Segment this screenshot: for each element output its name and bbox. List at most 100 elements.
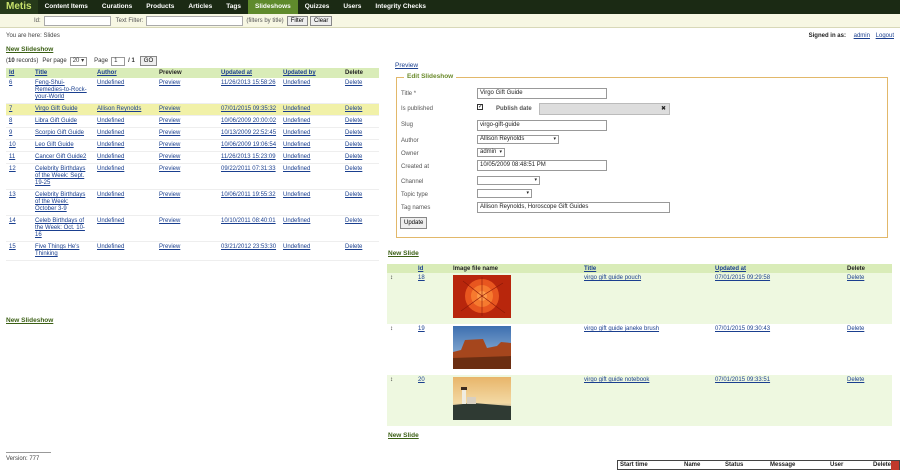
slideshow-delete-link[interactable]: Delete: [345, 192, 362, 198]
slideshow-updated-link[interactable]: 10/13/2009 22:52:45: [221, 130, 276, 136]
slideshow-delete-link[interactable]: Delete: [345, 154, 362, 160]
slideshow-id-link[interactable]: 13: [9, 192, 16, 198]
brand-logo[interactable]: Metis: [0, 0, 38, 14]
slideshow-preview-link[interactable]: Preview: [159, 118, 180, 124]
new-slide-link-bottom[interactable]: New Slide: [388, 432, 419, 439]
slideshow-preview-link[interactable]: Preview: [159, 106, 180, 112]
slideshow-author-link[interactable]: Undefined: [97, 142, 124, 148]
col-updated-by[interactable]: Updated by: [283, 70, 316, 76]
slideshow-id-link[interactable]: 14: [9, 218, 16, 224]
slideshow-id-link[interactable]: 11: [9, 154, 15, 160]
slideshow-author-link[interactable]: Undefined: [97, 154, 124, 160]
col-slide-updated-at[interactable]: Updated at: [715, 266, 746, 272]
slideshow-preview-link[interactable]: Preview: [159, 80, 180, 86]
slideshow-updated-link[interactable]: 03/21/2012 23:53:30: [221, 244, 276, 250]
slideshow-delete-link[interactable]: Delete: [345, 142, 362, 148]
slideshow-preview-link[interactable]: Preview: [159, 166, 180, 172]
slideshow-updated-by-link[interactable]: Undefined: [283, 192, 310, 198]
slideshow-preview-link[interactable]: Preview: [159, 154, 180, 160]
slideshow-updated-link[interactable]: 10/06/2011 19:55:32: [221, 192, 276, 198]
slideshow-delete-link[interactable]: Delete: [345, 106, 362, 112]
slideshow-author-link[interactable]: Undefined: [97, 192, 124, 198]
slideshow-preview-link[interactable]: Preview: [159, 142, 180, 148]
slideshow-title-link[interactable]: Scorpio Gift Guide: [35, 130, 84, 136]
slide-delete-link[interactable]: Delete: [847, 275, 864, 281]
slideshow-updated-by-link[interactable]: Undefined: [283, 154, 310, 160]
slideshow-preview-link[interactable]: Preview: [159, 218, 180, 224]
filter-button[interactable]: Filter: [286, 15, 309, 26]
clear-date-icon[interactable]: ✖: [661, 105, 666, 112]
slideshow-updated-link[interactable]: 09/22/2011 07:31:33: [221, 166, 276, 172]
slideshow-updated-link[interactable]: 10/06/2009 19:06:54: [221, 142, 276, 148]
col-slide-id[interactable]: Id: [418, 266, 423, 272]
slideshow-preview-link[interactable]: Preview: [159, 192, 180, 198]
slideshow-updated-link[interactable]: 10/10/2011 08:40:01: [221, 218, 276, 224]
slide-title-link[interactable]: virgo gift guide pouch: [584, 275, 641, 281]
slideshow-id-link[interactable]: 10: [9, 142, 16, 148]
new-slideshow-link-top[interactable]: New Slideshow: [6, 46, 53, 53]
slideshow-author-link[interactable]: Undefined: [97, 166, 124, 172]
topic-type-select[interactable]: ▾: [477, 189, 532, 198]
slideshow-author-link[interactable]: Undefined: [97, 244, 124, 250]
slide-id-link[interactable]: 18: [418, 275, 425, 281]
text-filter-input[interactable]: [146, 15, 244, 26]
nav-slideshows[interactable]: Slideshows: [247, 0, 298, 14]
slideshow-author-link[interactable]: Undefined: [97, 130, 124, 136]
nav-integrity-checks[interactable]: Integrity Checks: [368, 0, 433, 14]
author-select[interactable]: Allison Reynolds ▾: [477, 135, 559, 144]
created-at-input[interactable]: 10/05/2009 08:48:51 PM: [477, 160, 607, 171]
col-updated-at[interactable]: Updated at: [221, 70, 252, 76]
per-page-select[interactable]: 20 ▾: [69, 56, 88, 66]
col-id[interactable]: Id: [9, 70, 14, 76]
slideshow-delete-link[interactable]: Delete: [345, 166, 362, 172]
slideshow-title-link[interactable]: Leo Gift Guide: [35, 142, 74, 148]
slideshow-updated-by-link[interactable]: Undefined: [283, 166, 310, 172]
slideshow-updated-by-link[interactable]: Undefined: [283, 118, 310, 124]
slideshow-author-link[interactable]: Undefined: [97, 118, 124, 124]
slideshow-updated-by-link[interactable]: Undefined: [283, 106, 310, 112]
jobs-bar-close-icon[interactable]: [891, 461, 899, 470]
owner-select[interactable]: admin ▾: [477, 148, 505, 157]
nav-products[interactable]: Products: [139, 0, 181, 14]
logout-link[interactable]: Logout: [876, 33, 894, 39]
nav-users[interactable]: Users: [336, 0, 368, 14]
nav-quizzes[interactable]: Quizzes: [298, 0, 337, 14]
slideshow-title-link[interactable]: Celebrity Birthdays of the Week: October…: [35, 192, 85, 212]
slideshow-updated-link[interactable]: 11/26/2013 15:23:09: [221, 154, 276, 160]
slideshow-updated-by-link[interactable]: Undefined: [283, 80, 310, 86]
slideshow-updated-link[interactable]: 07/01/2015 09:35:32: [221, 106, 276, 112]
slide-title-link[interactable]: virgo gift guide notebook: [584, 377, 649, 383]
slideshow-delete-link[interactable]: Delete: [345, 244, 362, 250]
slideshow-updated-link[interactable]: 10/06/2009 20:00:02: [221, 118, 276, 124]
page-input[interactable]: 1: [111, 56, 126, 66]
slide-delete-link[interactable]: Delete: [847, 326, 864, 332]
nav-content-items[interactable]: Content Items: [38, 0, 95, 14]
user-link[interactable]: admin: [854, 33, 870, 39]
new-slide-link-top[interactable]: New Slide: [388, 250, 419, 257]
go-button[interactable]: GO: [139, 56, 158, 66]
drag-handle-icon[interactable]: ↕: [387, 324, 415, 375]
update-button[interactable]: Update: [400, 217, 428, 229]
new-slideshow-link-bottom[interactable]: New Slideshow: [6, 317, 53, 324]
col-slide-title[interactable]: Title: [584, 266, 596, 272]
id-filter-input[interactable]: [43, 15, 111, 26]
slideshow-id-link[interactable]: 15: [9, 244, 16, 250]
clear-button[interactable]: Clear: [310, 15, 333, 26]
slideshow-author-link[interactable]: Allison Reynolds: [97, 106, 141, 112]
slug-input[interactable]: virgo-gift-guide: [477, 120, 607, 131]
slideshow-delete-link[interactable]: Delete: [345, 130, 362, 136]
publish-date-field[interactable]: ✖: [539, 103, 670, 115]
slideshow-id-link[interactable]: 8: [9, 118, 12, 124]
slide-updated-link[interactable]: 07/01/2015 09:29:58: [715, 275, 770, 281]
slideshow-preview-link[interactable]: Preview: [159, 244, 180, 250]
slideshow-id-link[interactable]: 7: [9, 106, 12, 112]
slideshow-preview-link[interactable]: Preview: [159, 130, 180, 136]
nav-articles[interactable]: Articles: [181, 0, 219, 14]
slideshow-updated-by-link[interactable]: Undefined: [283, 218, 310, 224]
slideshow-id-link[interactable]: 9: [9, 130, 12, 136]
drag-handle-icon[interactable]: ↕: [387, 375, 415, 426]
slideshow-updated-link[interactable]: 11/26/2013 15:58:26: [221, 80, 276, 86]
slideshow-updated-by-link[interactable]: Undefined: [283, 244, 310, 250]
title-input[interactable]: Virgo Gift Guide: [477, 88, 607, 99]
slideshow-author-link[interactable]: Undefined: [97, 80, 124, 86]
